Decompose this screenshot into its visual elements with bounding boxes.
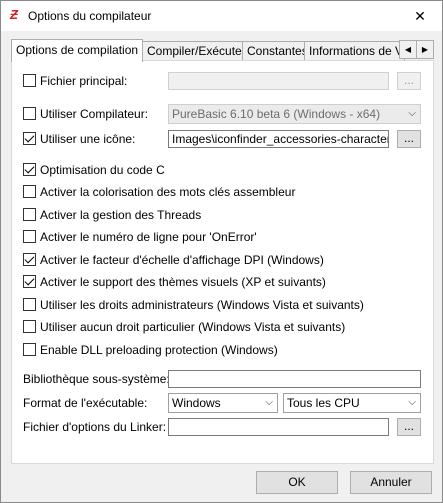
linker-browse-button[interactable]: ... bbox=[397, 418, 421, 436]
icon-path-field[interactable]: Images\iconfinder_accessories-character-… bbox=[168, 130, 389, 148]
checkbox[interactable] bbox=[23, 343, 36, 356]
tab-scroll-right-icon[interactable]: ▶ bbox=[416, 40, 434, 59]
compiler-select: PureBasic 6.10 beta 6 (Windows - x64) ⌵ bbox=[168, 104, 421, 124]
tab-compile-options[interactable]: Options de compilation bbox=[11, 39, 144, 62]
compiler-label: Utiliser Compilateur: bbox=[40, 107, 149, 121]
option-label: Activer la colorisation des mots clés as… bbox=[40, 185, 296, 199]
option-label: Activer la gestion des Threads bbox=[40, 208, 202, 222]
option-visual-themes[interactable]: Activer le support des thèmes visuels (X… bbox=[23, 273, 326, 291]
purebasic-app-icon: Ƶ bbox=[10, 7, 18, 22]
cpu-value: Tous les CPU bbox=[287, 396, 360, 410]
checkbox[interactable] bbox=[23, 163, 36, 176]
window-title: Options du compilateur bbox=[28, 9, 152, 23]
option-label: Enable DLL preloading protection (Window… bbox=[40, 343, 278, 357]
chevron-down-icon: ⌵ bbox=[408, 397, 416, 408]
option-label: Utiliser les droits administrateurs (Win… bbox=[40, 298, 364, 312]
icon-browse-button[interactable]: ... bbox=[397, 130, 421, 148]
icon-checkbox[interactable] bbox=[23, 132, 36, 145]
options-panel: Fichier principal: ... Utiliser Compilat… bbox=[11, 60, 434, 464]
compiler-option[interactable]: Utiliser Compilateur: bbox=[23, 105, 163, 123]
option-threads[interactable]: Activer la gestion des Threads bbox=[23, 206, 323, 224]
tab-bar: Options de compilation Compiler/Exécuter… bbox=[11, 39, 434, 62]
subsystem-label: Bibliothèque sous-système: bbox=[23, 372, 170, 386]
subsystem-field[interactable] bbox=[168, 370, 421, 388]
option-label: Activer le numéro de ligne pour 'OnError… bbox=[40, 230, 257, 244]
linker-field[interactable] bbox=[168, 418, 389, 436]
ok-button[interactable]: OK bbox=[256, 471, 338, 494]
tab-compile-run[interactable]: Compiler/Exécuter bbox=[142, 41, 251, 61]
option-c-optimization[interactable]: Optimisation du code C bbox=[23, 161, 323, 179]
compiler-checkbox[interactable] bbox=[23, 107, 36, 120]
tab-constants[interactable]: Constantes bbox=[242, 41, 313, 61]
tab-scroll-left-icon[interactable]: ◀ bbox=[399, 40, 417, 59]
option-label: Activer le support des thèmes visuels (X… bbox=[40, 275, 326, 289]
option-admin-rights[interactable]: Utiliser les droits administrateurs (Win… bbox=[23, 296, 364, 314]
main-file-checkbox[interactable] bbox=[23, 74, 36, 87]
compiler-selected-value: PureBasic 6.10 beta 6 (Windows - x64) bbox=[172, 107, 381, 121]
checkbox[interactable] bbox=[23, 298, 36, 311]
main-file-option[interactable]: Fichier principal: bbox=[23, 72, 163, 90]
checkbox[interactable] bbox=[23, 253, 36, 266]
chevron-down-icon: ⌵ bbox=[265, 397, 273, 408]
main-file-field bbox=[168, 72, 389, 90]
main-file-browse-button: ... bbox=[397, 72, 421, 90]
checkbox[interactable] bbox=[23, 275, 36, 288]
option-dpi-aware[interactable]: Activer le facteur d'échelle d'affichage… bbox=[23, 251, 324, 269]
icon-option[interactable]: Utiliser une icône: bbox=[23, 130, 163, 148]
cpu-select[interactable]: Tous les CPU ⌵ bbox=[283, 393, 421, 413]
title-bar: Ƶ Options du compilateur ✕ bbox=[1, 1, 442, 31]
checkbox[interactable] bbox=[23, 230, 36, 243]
checkbox[interactable] bbox=[23, 185, 36, 198]
close-icon[interactable]: ✕ bbox=[398, 1, 442, 31]
main-file-label: Fichier principal: bbox=[40, 74, 128, 88]
option-label: Activer le facteur d'échelle d'affichage… bbox=[40, 253, 324, 267]
tab-version-info[interactable]: Informations de V bbox=[304, 41, 405, 61]
exe-format-select[interactable]: Windows ⌵ bbox=[168, 393, 278, 413]
compiler-options-window: Ƶ Options du compilateur ✕ Options de co… bbox=[0, 0, 443, 503]
cancel-button[interactable]: Annuler bbox=[350, 471, 432, 494]
exe-format-value: Windows bbox=[172, 396, 221, 410]
icon-label: Utiliser une icône: bbox=[40, 132, 136, 146]
option-no-rights[interactable]: Utiliser aucun droit particulier (Window… bbox=[23, 318, 346, 336]
option-dll-preloading[interactable]: Enable DLL preloading protection (Window… bbox=[23, 341, 323, 359]
option-asm-colorization[interactable]: Activer la colorisation des mots clés as… bbox=[23, 183, 323, 201]
chevron-down-icon: ⌵ bbox=[408, 108, 416, 119]
checkbox[interactable] bbox=[23, 320, 36, 333]
checkbox[interactable] bbox=[23, 208, 36, 221]
option-label: Optimisation du code C bbox=[40, 163, 165, 177]
option-label: Utiliser aucun droit particulier (Window… bbox=[40, 320, 346, 334]
exe-format-label: Format de l'exécutable: bbox=[23, 396, 148, 410]
option-onerror-lines[interactable]: Activer le numéro de ligne pour 'OnError… bbox=[23, 228, 323, 246]
linker-label: Fichier d'options du Linker: bbox=[23, 420, 167, 434]
